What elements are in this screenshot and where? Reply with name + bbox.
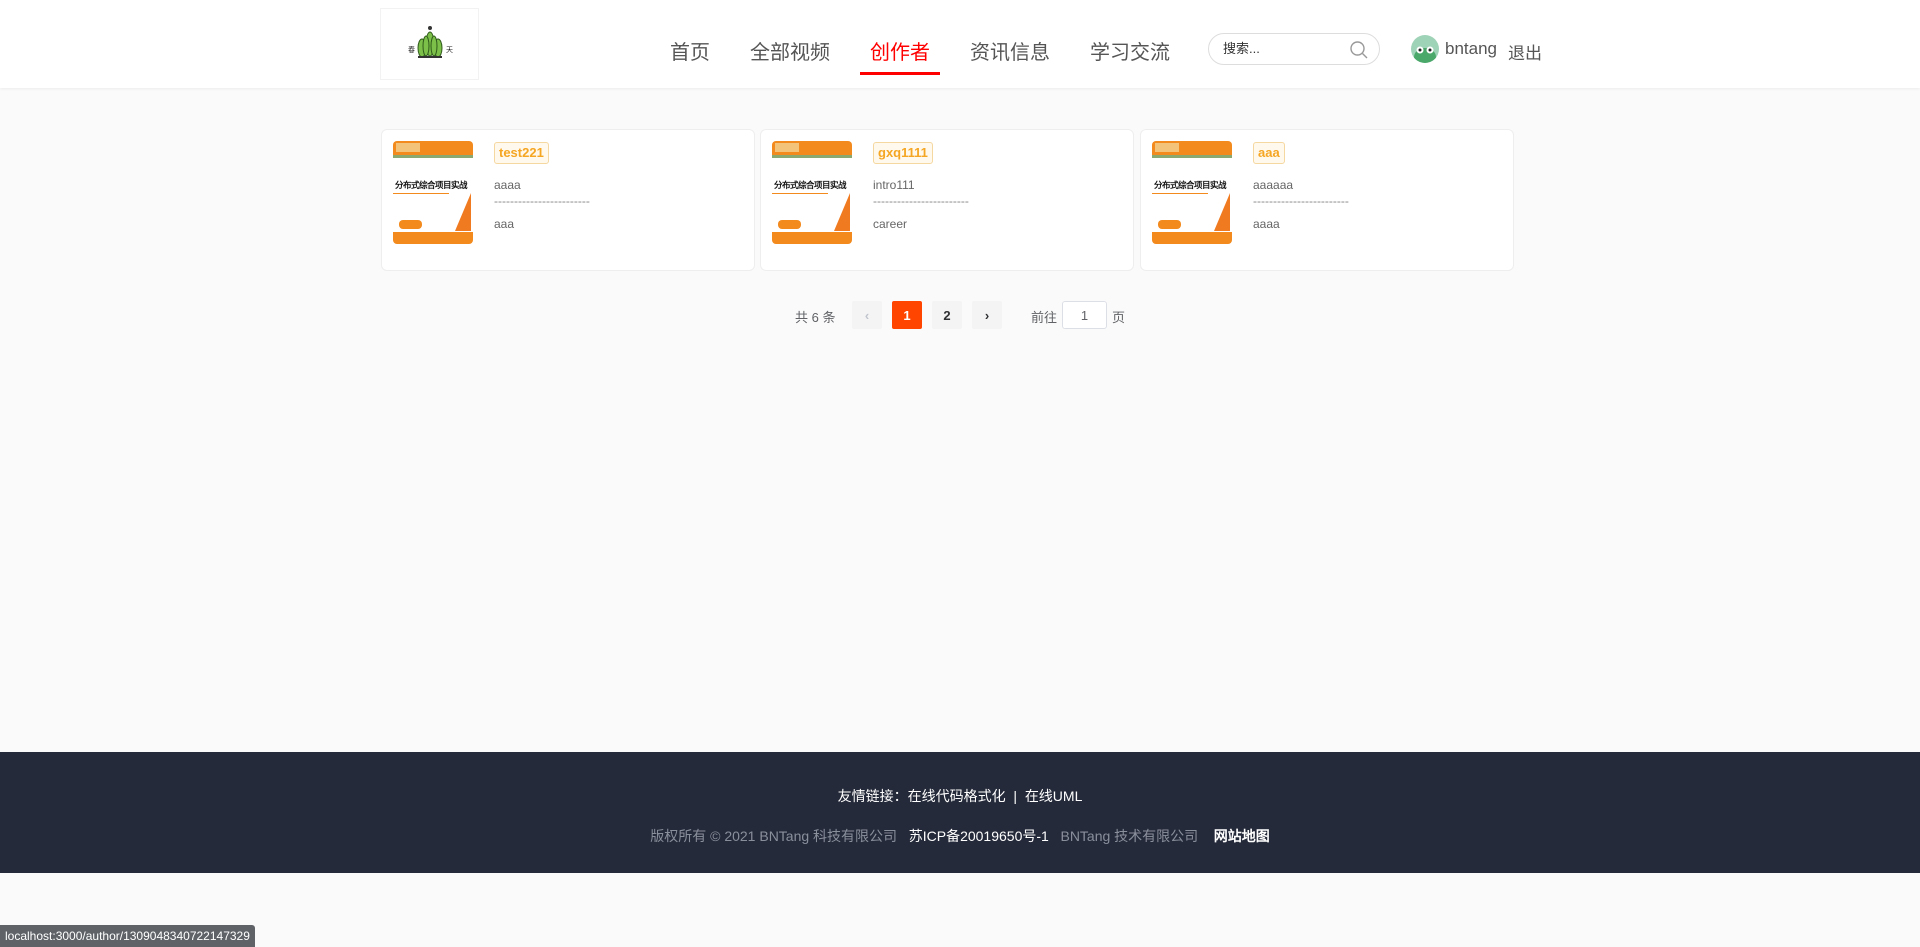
- footer: 友情链接：在线代码格式化 | 在线UML 版权所有 © 2021 BNTang …: [0, 752, 1920, 873]
- search-input[interactable]: [1223, 41, 1343, 56]
- creator-career: career: [873, 217, 908, 231]
- creator-intro: intro111: [873, 178, 915, 192]
- avatar[interactable]: [1411, 35, 1439, 63]
- goto-suffix: 页: [1112, 310, 1126, 325]
- divider: ------------------------: [1253, 194, 1349, 208]
- creator-name-tag[interactable]: aaa: [1253, 142, 1285, 164]
- sitemap-link[interactable]: 网站地图: [1214, 828, 1270, 844]
- search-box[interactable]: [1208, 33, 1380, 65]
- divider: ------------------------: [494, 194, 590, 208]
- svg-text:春: 春: [408, 45, 415, 54]
- link-separator: |: [1013, 788, 1018, 804]
- page-1-button[interactable]: 1: [892, 301, 922, 329]
- frog-avatar-icon: [1414, 46, 1436, 63]
- creator-cover-image[interactable]: 分布式综合项目实战: [1152, 141, 1232, 244]
- nav-home[interactable]: 首页: [670, 36, 710, 65]
- creator-intro: aaaaaa: [1253, 178, 1294, 192]
- username[interactable]: bntang: [1445, 39, 1497, 59]
- creator-cover-image[interactable]: 分布式综合项目实战: [393, 141, 473, 244]
- logo-plant-icon: 春天: [408, 26, 453, 58]
- svg-text:天: 天: [446, 46, 453, 54]
- creator-card[interactable]: 分布式综合项目实战 aaa aaaaaa -------------------…: [1140, 129, 1514, 271]
- status-bar-url: localhost:3000/author/130904834072214732…: [0, 925, 255, 947]
- search-icon[interactable]: [1349, 40, 1369, 60]
- logout-link[interactable]: 退出: [1508, 39, 1542, 64]
- goto-page-input[interactable]: [1062, 301, 1107, 329]
- creator-career: aaaa: [1253, 217, 1280, 231]
- chevron-right-icon: ›: [984, 307, 990, 323]
- link-online-uml[interactable]: 在线UML: [1025, 788, 1083, 804]
- creator-intro: aaaa: [494, 178, 521, 192]
- nav-creators[interactable]: 创作者: [870, 36, 930, 65]
- creator-career: aaa: [494, 217, 515, 231]
- creator-card[interactable]: 分布式综合项目实战 test221 aaaa -----------------…: [381, 129, 755, 271]
- icp-link[interactable]: 苏ICP备20019650号-1: [909, 828, 1049, 844]
- nav-news[interactable]: 资讯信息: [970, 36, 1050, 65]
- creator-name-tag[interactable]: test221: [494, 142, 549, 164]
- creator-name-tag[interactable]: gxq1111: [873, 142, 933, 164]
- creator-cover-image[interactable]: 分布式综合项目实战: [772, 141, 852, 244]
- prev-page-button[interactable]: ‹: [852, 301, 882, 329]
- pagination-total: 共 6 条: [795, 310, 836, 325]
- goto-label: 前往: [1031, 310, 1058, 325]
- active-nav-underline: [860, 72, 940, 75]
- creator-card[interactable]: 分布式综合项目实战 gxq1111 intro111 -------------…: [760, 129, 1134, 271]
- chevron-left-icon: ‹: [864, 307, 870, 323]
- copyright: 版权所有 © 2021 BNTang 科技有限公司: [650, 828, 898, 844]
- friend-links-label: 友情链接：: [837, 788, 908, 804]
- friend-links: 友情链接：在线代码格式化 | 在线UML: [0, 786, 1920, 806]
- header: 春天 首页 全部视频 创作者 资讯信息 学习交流 bntang 退出: [0, 0, 1920, 88]
- page-2-button[interactable]: 2: [932, 301, 962, 329]
- divider: ------------------------: [873, 194, 969, 208]
- company-name: BNTang 技术有限公司: [1060, 828, 1199, 844]
- next-page-button[interactable]: ›: [972, 301, 1002, 329]
- copyright-line: 版权所有 © 2021 BNTang 科技有限公司 苏ICP备20019650号…: [0, 826, 1920, 846]
- nav-learning[interactable]: 学习交流: [1090, 36, 1170, 65]
- link-code-formatter[interactable]: 在线代码格式化: [908, 788, 1006, 804]
- logo[interactable]: 春天: [380, 8, 479, 80]
- nav-all-videos[interactable]: 全部视频: [750, 36, 830, 65]
